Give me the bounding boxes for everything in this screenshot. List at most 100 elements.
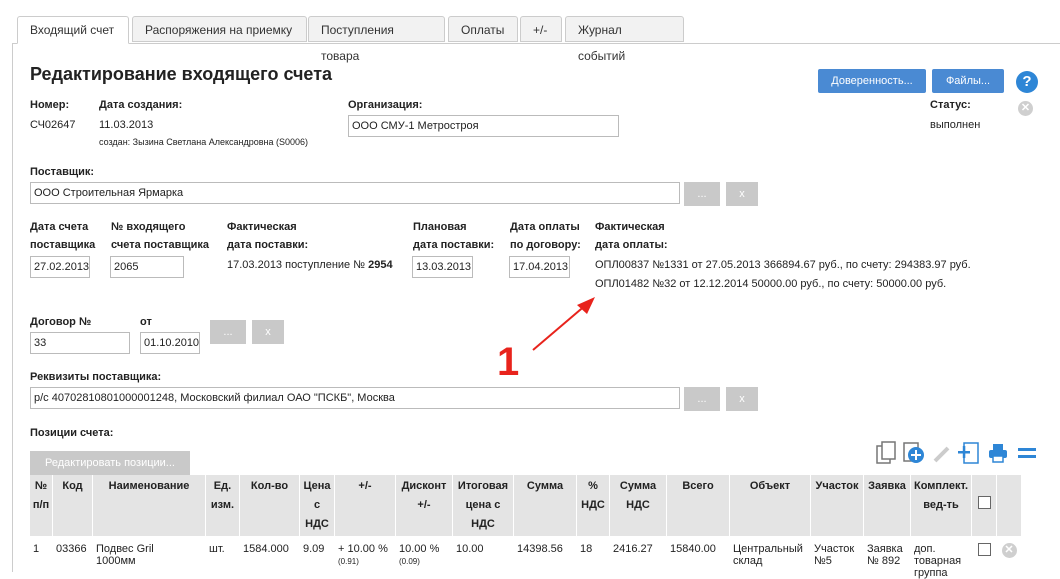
cell-total: 15840.00 bbox=[667, 537, 730, 579]
col-header-text: Сумма bbox=[527, 480, 563, 492]
col-header-text: № bbox=[35, 480, 47, 492]
col-header-discount[interactable]: Дисконт+/- bbox=[396, 475, 453, 537]
invoice-number-label-2: счета поставщика bbox=[111, 239, 209, 251]
cell-price: 9.09 bbox=[300, 537, 335, 579]
receipt-number[interactable]: 2954 bbox=[368, 259, 392, 271]
cell-unit: шт. bbox=[206, 537, 240, 579]
tab-plus-minus[interactable]: +/- bbox=[520, 16, 562, 42]
cell-subtext: (0.09) bbox=[399, 557, 420, 566]
edit-icon[interactable] bbox=[932, 444, 952, 469]
edit-positions-button[interactable]: Редактировать позиции... bbox=[30, 451, 190, 475]
cell-text: склад bbox=[733, 555, 762, 567]
cell-text: Участок bbox=[814, 543, 854, 555]
col-header-plus-minus[interactable]: +/- bbox=[335, 475, 396, 537]
planned-delivery-label: Плановая bbox=[413, 221, 467, 233]
payment-entry[interactable]: ОПЛ00837 №1331 от 27.05.2013 366894.67 р… bbox=[595, 259, 971, 271]
supplier-select-button[interactable]: ... bbox=[684, 182, 720, 206]
requisites-label: Реквизиты поставщика: bbox=[30, 371, 161, 383]
help-icon[interactable]: ? bbox=[1016, 71, 1038, 93]
cell-select bbox=[972, 537, 997, 579]
delete-row-icon[interactable]: ✕ bbox=[1002, 543, 1017, 558]
row-checkbox[interactable] bbox=[978, 543, 991, 556]
col-header-kit[interactable]: Комплект.вед-ть bbox=[911, 475, 972, 537]
created-label: Дата создания: bbox=[99, 99, 182, 111]
contract-from-label: от bbox=[140, 316, 152, 328]
table-row[interactable]: 1 03366 Подвес Gril1000мм шт. 1584.000 9… bbox=[30, 537, 1022, 579]
files-button[interactable]: Файлы... bbox=[932, 69, 1004, 93]
planned-delivery-label-2: дата поставки: bbox=[413, 239, 494, 251]
requisites-clear-button[interactable]: x bbox=[726, 387, 758, 411]
invoice-number-field[interactable]: 2065 bbox=[110, 256, 184, 278]
col-header-text: Участок bbox=[816, 480, 859, 492]
status-label: Статус: bbox=[930, 99, 971, 111]
close-icon[interactable]: ✕ bbox=[1018, 101, 1033, 116]
supplier-clear-button[interactable]: x bbox=[726, 182, 758, 206]
cell-subtext: (0.91) bbox=[338, 557, 359, 566]
col-header-qty[interactable]: Кол-во bbox=[240, 475, 300, 537]
col-header-text: с bbox=[314, 499, 320, 511]
col-header-text: Заявка bbox=[868, 480, 906, 492]
col-header-unit[interactable]: Ед.изм. bbox=[206, 475, 240, 537]
tab-receiving-orders[interactable]: Распоряжения на приемку bbox=[132, 16, 307, 42]
col-header-name[interactable]: Наименование bbox=[93, 475, 206, 537]
col-header-total[interactable]: Всего bbox=[667, 475, 730, 537]
contract-label: Договор № bbox=[30, 316, 91, 328]
cell-text: № 892 bbox=[867, 555, 900, 567]
invoice-date-field[interactable]: 27.02.2013 bbox=[30, 256, 90, 278]
proxy-button[interactable]: Доверенность... bbox=[818, 69, 926, 93]
menu-icon[interactable] bbox=[1018, 446, 1036, 465]
cell-n: 1 bbox=[30, 537, 53, 579]
org-field[interactable]: ООО СМУ-1 Метростроя bbox=[348, 115, 619, 137]
col-header-text: Итоговая bbox=[458, 480, 508, 492]
col-header-vat-pct[interactable]: %НДС bbox=[577, 475, 610, 537]
col-header-sum[interactable]: Сумма bbox=[514, 475, 577, 537]
tab-payments[interactable]: Оплаты bbox=[448, 16, 518, 42]
contract-number-field[interactable]: 33 bbox=[30, 332, 130, 354]
actual-delivery-label: Фактическая bbox=[227, 221, 297, 233]
cell-object: Центральныйсклад bbox=[730, 537, 811, 579]
add-icon[interactable] bbox=[902, 441, 926, 470]
tab-goods-receipts[interactable]: Поступления товара bbox=[308, 16, 445, 42]
col-header-text: Сумма bbox=[620, 480, 656, 492]
col-header-text: % bbox=[588, 480, 598, 492]
cell-request[interactable]: Заявка№ 892 bbox=[864, 537, 911, 579]
col-header-text: Кол-во bbox=[251, 480, 288, 492]
col-header-text: Объект bbox=[750, 480, 790, 492]
planned-delivery-field[interactable]: 13.03.2013 bbox=[412, 256, 473, 278]
col-header-object[interactable]: Объект bbox=[730, 475, 811, 537]
contract-clear-button[interactable]: x bbox=[252, 320, 284, 344]
requisites-select-button[interactable]: ... bbox=[684, 387, 720, 411]
col-header-text: п/п bbox=[33, 499, 49, 511]
col-header-text: цена с bbox=[466, 499, 501, 511]
invoice-date-label: Дата счета bbox=[30, 221, 88, 233]
cell-text: 1000мм bbox=[96, 555, 136, 567]
contract-date-field[interactable]: 01.10.2010 bbox=[140, 332, 200, 354]
col-header-select-all[interactable] bbox=[972, 475, 997, 537]
cell-final-price: 10.00 bbox=[453, 537, 514, 579]
requisites-field[interactable]: р/с 40702810801000001248, Московский фил… bbox=[30, 387, 680, 409]
supplier-label: Поставщик: bbox=[30, 166, 94, 178]
org-label: Организация: bbox=[348, 99, 422, 111]
payment-entry[interactable]: ОПЛ01482 №32 от 12.12.2014 50000.00 руб.… bbox=[595, 278, 946, 290]
col-header-final-price[interactable]: Итоговаяцена сНДС bbox=[453, 475, 514, 537]
copy-icon[interactable] bbox=[876, 441, 898, 470]
payment-due-field[interactable]: 17.04.2013 bbox=[509, 256, 570, 278]
col-header-site[interactable]: Участок bbox=[811, 475, 864, 537]
col-header-text: НДС bbox=[626, 499, 650, 511]
cell-plus-minus: + 10.00 %(0.91) bbox=[335, 537, 396, 579]
tab-event-log[interactable]: Журнал событий bbox=[565, 16, 684, 42]
insert-icon[interactable] bbox=[956, 441, 982, 470]
supplier-field[interactable]: ООО Строительная Ярмарка bbox=[30, 182, 680, 204]
col-header-request[interactable]: Заявка bbox=[864, 475, 911, 537]
col-header-text: Комплект. bbox=[914, 480, 968, 492]
col-header-vat-sum[interactable]: Сумма НДС bbox=[610, 475, 667, 537]
annotation-arrow bbox=[525, 290, 600, 355]
col-header-n[interactable]: № п/п bbox=[30, 475, 53, 537]
select-all-checkbox[interactable] bbox=[978, 496, 991, 509]
print-icon[interactable] bbox=[988, 443, 1008, 468]
cell-sum: 14398.56 bbox=[514, 537, 577, 579]
contract-select-button[interactable]: ... bbox=[210, 320, 246, 344]
col-header-price[interactable]: ЦенасНДС bbox=[300, 475, 335, 537]
col-header-code[interactable]: Код bbox=[53, 475, 93, 537]
tab-incoming-invoice[interactable]: Входящий счет bbox=[17, 16, 129, 44]
